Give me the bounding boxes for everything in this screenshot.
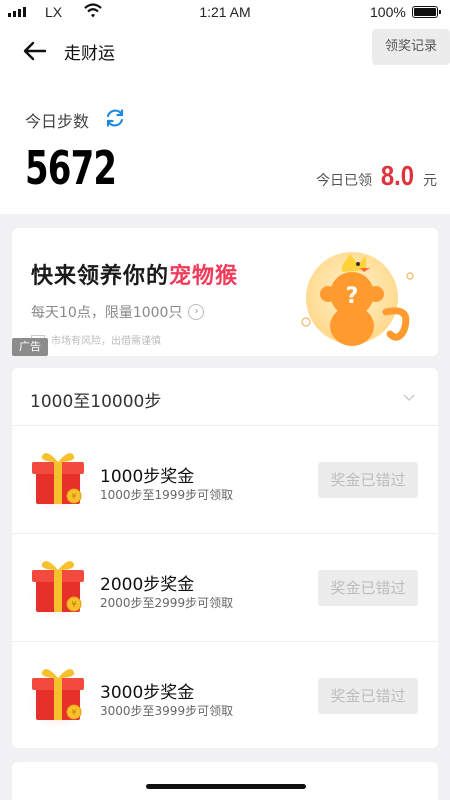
refresh-icon[interactable]: [104, 107, 126, 129]
chevron-right-icon: ›: [188, 304, 205, 320]
status-bar: LX 1:21 AM 100%: [0, 0, 450, 24]
reward-records-button[interactable]: 领奖记录: [372, 29, 450, 65]
ad-subtitle-text: 每天10点，限量1000只: [31, 305, 183, 321]
earned-today: 今日已领 8.0 元: [316, 160, 437, 192]
pet-monkey-ad[interactable]: 快来领养你的宠物猴 每天10点，限量1000只 › 市场有风险，出借需谨慎 ?: [12, 228, 438, 356]
ad-risk-note: 市场有风险，出借需谨慎: [31, 332, 161, 347]
battery-percent: 100%: [370, 4, 406, 20]
svg-text:¥: ¥: [71, 708, 76, 717]
chevron-down-icon: [403, 394, 415, 402]
earned-label: 今日已领: [316, 173, 373, 189]
battery-fill: [414, 8, 436, 16]
steps-count: 5672: [25, 141, 117, 195]
ad-subtitle: 每天10点，限量1000只 ›: [31, 302, 205, 322]
svg-text:¥: ¥: [71, 492, 76, 501]
battery-icon: [412, 6, 441, 18]
reward-row: ¥ 2000步奖金 2000步至2999步可领取 奖金已错过: [12, 534, 438, 642]
step-range-label: 1000至10000步: [30, 392, 162, 412]
steps-panel: 今日步数 5672 今日已领 8.0 元: [0, 78, 450, 214]
step-range-selector[interactable]: 1000至10000步: [12, 368, 438, 426]
reward-subtitle: 3000步至3999步可领取: [100, 704, 234, 718]
rewards-list: 1000至10000步 ¥ 1000步奖金 1000步至1999步可领取 奖金已错过…: [12, 368, 438, 748]
reward-row: ¥ 3000步奖金 3000步至3999步可领取 奖金已错过: [12, 642, 438, 748]
reward-row: ¥ 1000步奖金 1000步至1999步可领取 奖金已错过: [12, 426, 438, 534]
ad-title: 快来领养你的宠物猴: [31, 258, 238, 290]
reward-missed-button[interactable]: 奖金已错过: [318, 678, 418, 714]
steps-label: 今日步数: [25, 112, 90, 131]
nav-bar: 走财运 领奖记录: [0, 24, 450, 78]
next-card: [12, 762, 438, 800]
ad-title-highlight: 宠物猴: [169, 264, 239, 289]
ad-risk-text: 市场有风险，出借需谨慎: [51, 336, 161, 347]
back-arrow-icon[interactable]: [22, 38, 48, 64]
reward-subtitle: 1000步至1999步可领取: [100, 488, 234, 502]
home-indicator[interactable]: [146, 784, 306, 789]
reward-title: 3000步奖金: [100, 683, 195, 703]
mystery-monkey-icon: ?: [301, 252, 414, 346]
gift-box-icon: ¥: [28, 669, 88, 726]
svg-text:¥: ¥: [71, 600, 76, 609]
reward-title: 2000步奖金: [100, 575, 195, 595]
ad-title-prefix: 快来领养你的: [31, 264, 170, 289]
gift-box-icon: ¥: [28, 453, 88, 510]
reward-title: 1000步奖金: [100, 467, 195, 487]
earned-unit: 元: [423, 173, 437, 189]
reward-missed-button[interactable]: 奖金已错过: [318, 462, 418, 498]
reward-missed-button[interactable]: 奖金已错过: [318, 570, 418, 606]
page-title: 走财运: [64, 44, 115, 64]
reward-subtitle: 2000步至2999步可领取: [100, 596, 234, 610]
earned-amount: 8.0: [380, 160, 415, 191]
ad-badge: 广告: [12, 338, 48, 356]
gift-box-icon: ¥: [28, 561, 88, 618]
svg-text:?: ?: [346, 284, 359, 309]
